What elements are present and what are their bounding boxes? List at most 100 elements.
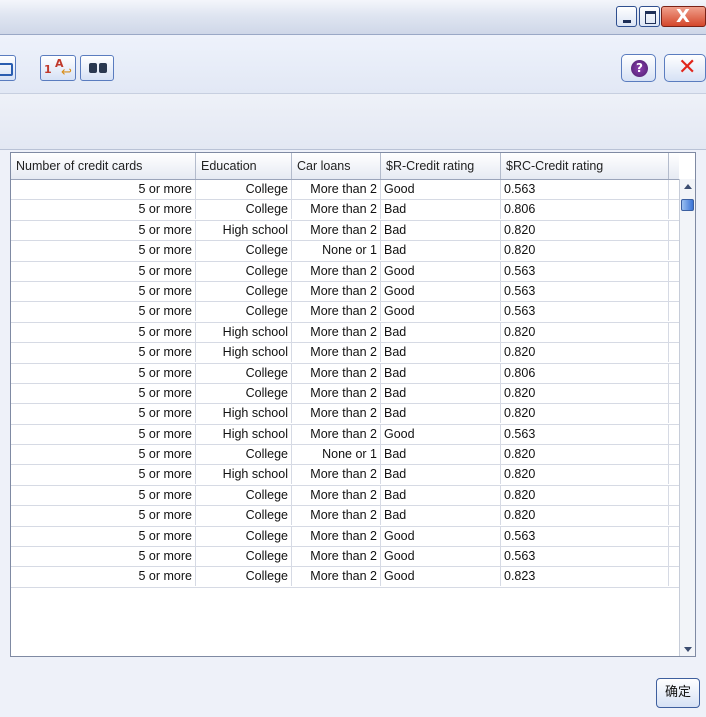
table-row[interactable]: 5 or more College More than 2 Good 0.563 [11, 302, 679, 323]
table-row[interactable]: 5 or more College More than 2 Bad 0.806 [11, 200, 679, 221]
cell-rc-credit-rating: 0.563 [501, 424, 669, 444]
scroll-up-icon[interactable] [681, 179, 695, 195]
cell-car-loans: More than 2 [292, 485, 381, 505]
toolbar-band [0, 94, 706, 150]
cell-education: College [196, 200, 292, 220]
cell-r-credit-rating: Bad [381, 445, 501, 465]
ok-button[interactable]: 确定 [656, 678, 700, 708]
cell-rc-credit-rating: 0.806 [501, 363, 669, 383]
scroll-down-icon[interactable] [681, 641, 695, 656]
table-row[interactable]: 5 or more College More than 2 Good 0.823 [11, 567, 679, 588]
table-row[interactable]: 5 or more College More than 2 Bad 0.820 [11, 485, 679, 507]
cell-rc-credit-rating: 0.820 [501, 383, 669, 403]
help-icon: ? [631, 60, 648, 77]
cell-r-credit-rating: Bad [381, 220, 501, 240]
cell-education: College [196, 261, 292, 281]
find-icon[interactable] [80, 55, 114, 81]
scroll-thumb[interactable] [681, 199, 694, 211]
cell-credit-cards: 5 or more [11, 302, 196, 322]
column-header-credit-cards[interactable]: Number of credit cards [11, 153, 196, 179]
cell-education: College [196, 383, 292, 403]
cell-r-credit-rating: Good [381, 180, 501, 199]
table-row[interactable]: 5 or more College More than 2 Bad 0.820 [11, 383, 679, 405]
cell-r-credit-rating: Bad [381, 343, 501, 363]
table-row[interactable]: 5 or more College None or 1 Bad 0.820 [11, 445, 679, 466]
cell-credit-cards: 5 or more [11, 220, 196, 240]
cell-rc-credit-rating: 0.563 [501, 281, 669, 301]
cell-education: High school [196, 322, 292, 342]
cell-rc-credit-rating: 0.820 [501, 220, 669, 240]
cell-credit-cards: 5 or more [11, 506, 196, 526]
table-row[interactable]: 5 or more College More than 2 Good 0.563 [11, 261, 679, 282]
cell-credit-cards: 5 or more [11, 343, 196, 363]
cell-credit-cards: 5 or more [11, 547, 196, 567]
cell-car-loans: More than 2 [292, 302, 381, 322]
column-header-education[interactable]: Education [196, 153, 292, 179]
column-header-r-credit-rating[interactable]: $R-Credit rating [381, 153, 501, 179]
cell-credit-cards: 5 or more [11, 424, 196, 444]
table-row[interactable]: 5 or more High school More than 2 Good 0.563 [11, 424, 679, 446]
table-row[interactable]: 5 or more High school More than 2 Bad 0.820 [11, 220, 679, 242]
cell-rc-credit-rating: 0.563 [501, 526, 669, 546]
cell-education: College [196, 180, 292, 199]
cell-car-loans: More than 2 [292, 547, 381, 567]
table-row[interactable]: 5 or more College More than 2 Good 0.563 [11, 281, 679, 303]
cell-car-loans: More than 2 [292, 343, 381, 363]
cell-car-loans: None or 1 [292, 445, 381, 465]
cell-r-credit-rating: Good [381, 261, 501, 281]
column-header-car-loans[interactable]: Car loans [292, 153, 381, 179]
table-row[interactable]: 5 or more College More than 2 Good 0.563 [11, 180, 679, 201]
cell-rc-credit-rating: 0.563 [501, 302, 669, 322]
cell-car-loans: More than 2 [292, 200, 381, 220]
cell-credit-cards: 5 or more [11, 241, 196, 261]
cell-r-credit-rating: Bad [381, 485, 501, 505]
data-table[interactable]: Number of credit cards Education Car loa… [10, 152, 696, 657]
table-row[interactable]: 5 or more College More than 2 Good 0.563 [11, 526, 679, 548]
cell-car-loans: More than 2 [292, 424, 381, 444]
help-button[interactable]: ? [621, 54, 656, 82]
maximize-icon[interactable] [639, 6, 660, 27]
cell-car-loans: More than 2 [292, 567, 381, 587]
sort-button[interactable]: 1 A ↩ [40, 55, 76, 81]
cell-rc-credit-rating: 0.820 [501, 485, 669, 505]
cell-rc-credit-rating: 0.823 [501, 567, 669, 587]
cell-r-credit-rating: Bad [381, 322, 501, 342]
table-row[interactable]: 5 or more High school More than 2 Bad 0.820 [11, 343, 679, 364]
cell-credit-cards: 5 or more [11, 445, 196, 465]
cell-education: College [196, 302, 292, 322]
vertical-scrollbar[interactable] [679, 179, 695, 656]
table-row[interactable]: 5 or more College More than 2 Bad 0.820 [11, 506, 679, 527]
cell-car-loans: More than 2 [292, 526, 381, 546]
table-row[interactable]: 5 or more High school More than 2 Bad 0.820 [11, 465, 679, 486]
minimize-icon[interactable] [616, 6, 637, 27]
column-header-rc-credit-rating[interactable]: $RC-Credit rating [501, 153, 669, 179]
cell-r-credit-rating: Good [381, 567, 501, 587]
cell-r-credit-rating: Bad [381, 200, 501, 220]
cell-car-loans: More than 2 [292, 261, 381, 281]
cell-car-loans: More than 2 [292, 506, 381, 526]
cell-credit-cards: 5 or more [11, 363, 196, 383]
title-bar[interactable]: X [0, 0, 706, 35]
cell-education: College [196, 363, 292, 383]
table-row[interactable]: 5 or more High school More than 2 Bad 0.820 [11, 322, 679, 344]
cell-rc-credit-rating: 0.563 [501, 547, 669, 567]
print-icon[interactable] [0, 55, 16, 81]
table-row[interactable]: 5 or more College More than 2 Good 0.563 [11, 547, 679, 568]
cell-r-credit-rating: Bad [381, 363, 501, 383]
table-row[interactable]: 5 or more College None or 1 Bad 0.820 [11, 241, 679, 262]
cell-education: High school [196, 220, 292, 240]
close-icon: ✕ [678, 55, 697, 80]
close-output-button[interactable]: ✕ [664, 54, 706, 82]
cell-credit-cards: 5 or more [11, 281, 196, 301]
window-close-button[interactable]: X [661, 6, 706, 27]
cell-education: High school [196, 465, 292, 485]
cell-r-credit-rating: Good [381, 424, 501, 444]
table-row[interactable]: 5 or more High school More than 2 Bad 0.820 [11, 404, 679, 425]
cell-education: College [196, 281, 292, 301]
table-row[interactable]: 5 or more College More than 2 Bad 0.806 [11, 363, 679, 384]
cell-credit-cards: 5 or more [11, 485, 196, 505]
output-window: X 1 A ↩ ? ✕ Number of credit cards Educa… [0, 0, 706, 717]
cell-r-credit-rating: Good [381, 281, 501, 301]
cell-education: High school [196, 404, 292, 424]
cell-rc-credit-rating: 0.820 [501, 445, 669, 465]
